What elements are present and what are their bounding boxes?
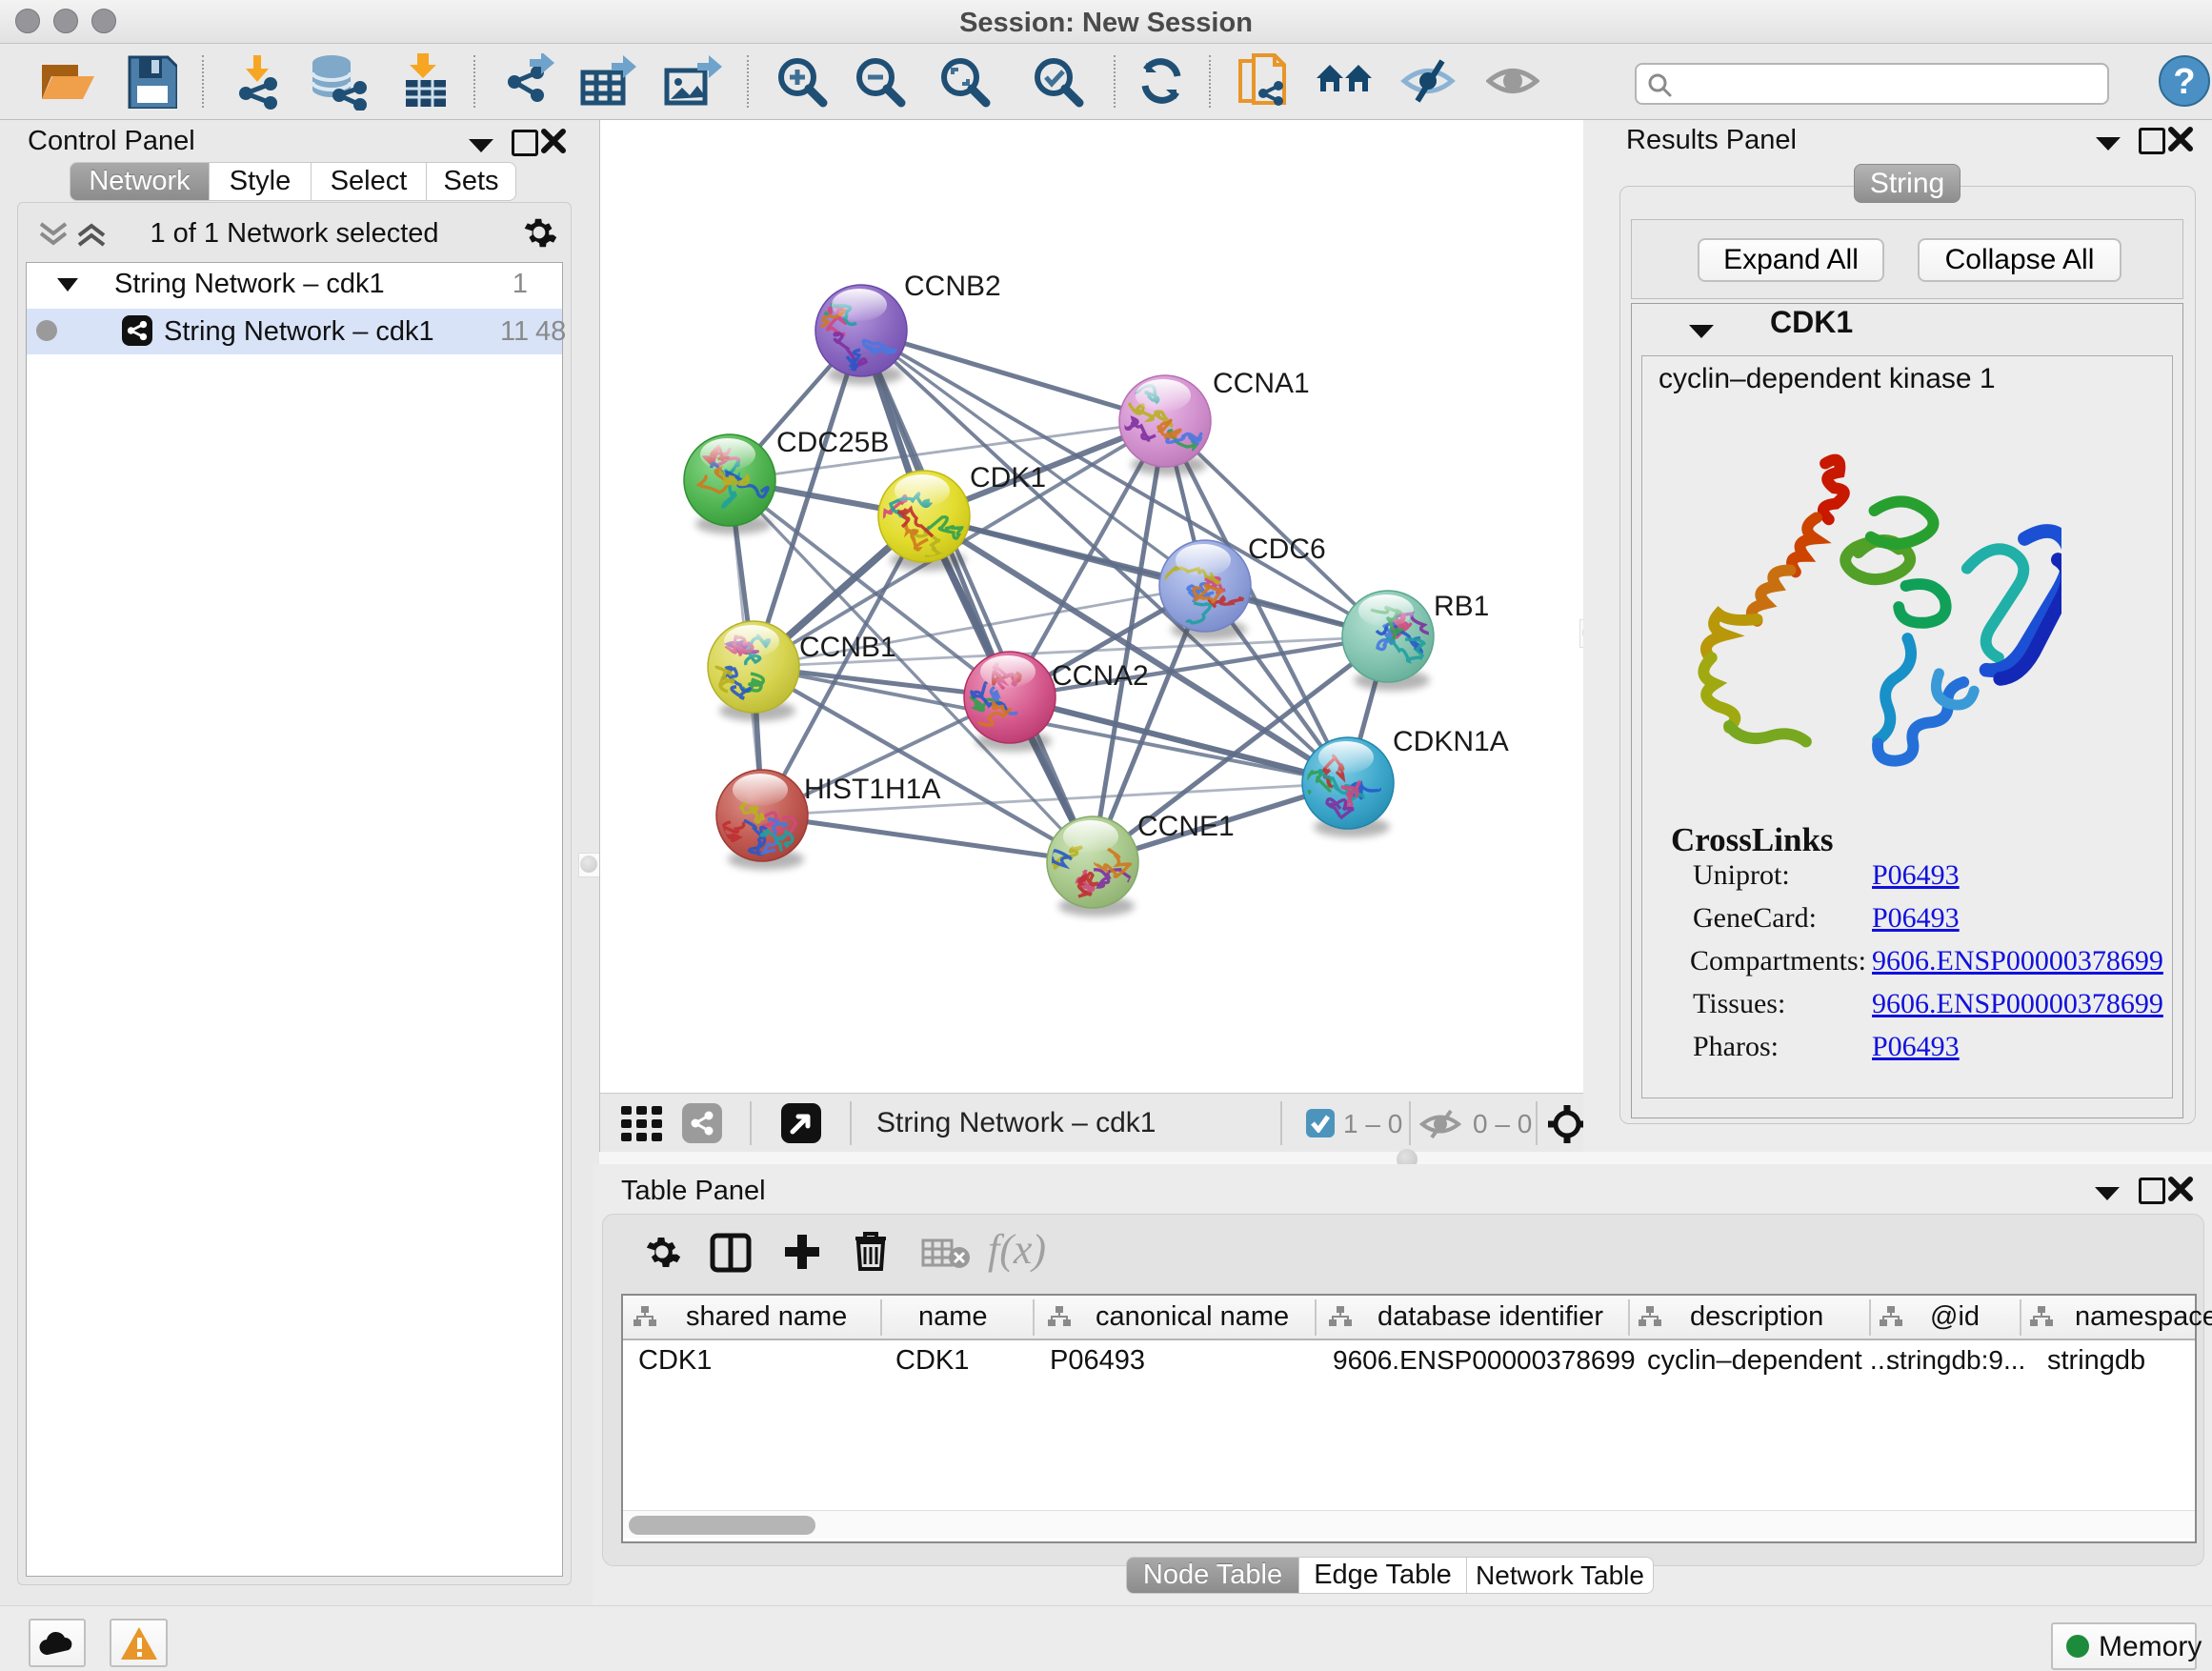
svg-text:?: ? bbox=[2173, 62, 2195, 102]
svg-text:CDK1: CDK1 bbox=[970, 462, 1046, 493]
svg-text:CDC25B: CDC25B bbox=[776, 427, 889, 458]
svg-text:RB1: RB1 bbox=[1434, 591, 1489, 622]
svg-text:CDC6: CDC6 bbox=[1248, 534, 1326, 565]
svg-text:HIST1H1A: HIST1H1A bbox=[804, 774, 940, 805]
svg-text:CCNA2: CCNA2 bbox=[1052, 660, 1149, 692]
svg-text:CCNB1: CCNB1 bbox=[799, 632, 896, 663]
svg-text:CCNB2: CCNB2 bbox=[904, 271, 1001, 302]
svg-text:CCNE1: CCNE1 bbox=[1137, 811, 1235, 842]
svg-text:CDKN1A: CDKN1A bbox=[1393, 726, 1509, 757]
svg-text:CCNA1: CCNA1 bbox=[1213, 368, 1310, 399]
